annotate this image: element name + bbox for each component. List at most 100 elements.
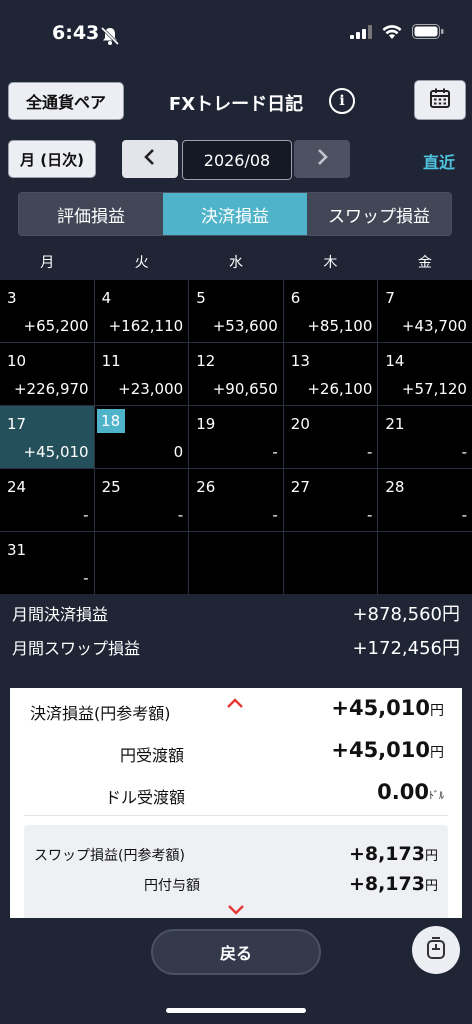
calendar-icon (429, 87, 451, 113)
swap-detail-box: スワップ損益(円参考額) +8,173円 円付与額 +8,173円 (24, 825, 448, 918)
detail-dollar-value: 0.00ﾄﾞﾙ (377, 780, 444, 804)
calendar-day-cell[interactable]: 21 - (378, 406, 472, 468)
calendar-day-cell[interactable]: 20 - (283, 406, 378, 468)
calendar-day-amount: +45,010 (23, 443, 89, 461)
calendar-empty-cell (283, 532, 378, 594)
tab-valuation-pl[interactable]: 評価損益 (19, 193, 163, 235)
calendar-day-amount: - (83, 506, 89, 524)
calendar-day-number: 18 (96, 409, 125, 433)
calendar-day-amount: +162,110 (108, 317, 184, 335)
calendar-day-amount: +26,100 (307, 380, 373, 398)
memo-button[interactable] (412, 926, 460, 974)
calendar-day-number: 11 (101, 352, 121, 370)
calendar-button[interactable] (414, 80, 466, 120)
calendar-day-cell[interactable]: 24 - (0, 469, 94, 531)
calendar-day-amount: +43,700 (401, 317, 467, 335)
swap-yen-row: 円付与額 +8,173円 (24, 869, 448, 899)
memo-icon (424, 935, 448, 965)
calendar-day-cell[interactable]: 26 - (189, 469, 283, 531)
status-time: 6:43 (52, 22, 100, 44)
calendar-day-cell[interactable]: 25 - (94, 469, 189, 531)
calendar-day-amount: - (272, 443, 278, 461)
monthly-swap-value: +172,456円 (352, 638, 460, 659)
calendar-empty-cell (189, 532, 283, 594)
calendar-day-number: 14 (385, 352, 405, 370)
swap-yen-label: 円付与額 (144, 878, 200, 894)
next-month-button[interactable] (294, 140, 350, 178)
chevron-right-icon (315, 148, 329, 170)
calendar-day-amount: +23,000 (118, 380, 184, 398)
calendar-day-cell[interactable]: 11 +23,000 (94, 343, 189, 405)
page-title: FXトレード日記 (168, 94, 304, 115)
calendar-day-cell[interactable]: 4 +162,110 (94, 280, 189, 342)
period-mode-button[interactable]: 月 (日次) (8, 140, 96, 178)
calendar-day-amount: - (177, 506, 184, 524)
prev-month-button[interactable] (122, 140, 178, 178)
calendar-day-amount: - (366, 443, 373, 461)
swap-yen-value: +8,173円 (348, 873, 438, 895)
calendar-day-cell[interactable]: 14 +57,120 (378, 343, 472, 405)
calendar-day-number: 7 (385, 289, 395, 307)
calendar-day-cell[interactable]: 3 +65,200 (0, 280, 94, 342)
month-display[interactable]: 2026/08 (182, 140, 292, 180)
calendar-day-amount: +57,120 (401, 380, 467, 398)
weekday-mon: 月 (40, 255, 55, 271)
detail-settlement-label: 決済損益(円参考額) (30, 704, 171, 723)
calendar-day-amount: - (272, 506, 278, 524)
calendar-day-amount: - (461, 443, 467, 461)
chevron-down-icon[interactable] (227, 901, 245, 918)
battery-icon (412, 24, 444, 43)
swap-pl-value: +8,173円 (348, 843, 438, 865)
cellular-signal-icon (350, 24, 372, 43)
calendar-day-cell[interactable]: 12 +90,650 (189, 343, 283, 405)
tab-settlement-pl[interactable]: 決済損益 (163, 193, 307, 235)
calendar-day-number: 13 (290, 352, 310, 370)
day-detail-card[interactable]: 決済損益(円参考額) +45,010円 円受渡額 +45,010円 ドル受渡額 … (10, 688, 462, 918)
divider (24, 815, 448, 816)
chevron-up-icon[interactable] (226, 694, 244, 713)
weekday-fri: 金 (417, 255, 432, 271)
swap-pl-label: スワップ損益(円参考額) (34, 848, 185, 864)
calendar-empty-cell (378, 532, 472, 594)
calendar-day-number: 20 (290, 415, 310, 433)
tab-swap-pl[interactable]: スワップ損益 (307, 193, 451, 235)
calendar-day-cell[interactable]: 31 - (0, 532, 94, 594)
detail-settlement-value: +45,010円 (331, 696, 444, 720)
calendar-day-number: 27 (290, 478, 310, 496)
calendar-day-cell[interactable]: 5 +53,600 (189, 280, 283, 342)
calendar-day-cell[interactable]: 7 +43,700 (378, 280, 472, 342)
calendar-day-amount: - (366, 506, 373, 524)
calendar-day-amount: +85,100 (307, 317, 373, 335)
monthly-settlement-label: 月間決済損益 (12, 605, 109, 624)
calendar-day-cell[interactable]: 6 +85,100 (283, 280, 378, 342)
calendar-day-cell[interactable]: 17 +45,010 (0, 406, 94, 468)
calendar-day-amount: - (83, 569, 89, 587)
bell-muted-icon (100, 26, 120, 46)
weekday-header: 月 火 水 木 金 (0, 246, 472, 280)
calendar-day-cell[interactable]: 18 0 (94, 406, 189, 468)
calendar-day-number: 26 (196, 478, 216, 496)
calendar-day-cell[interactable]: 27 - (283, 469, 378, 531)
monthly-swap-label: 月間スワップ損益 (12, 639, 141, 658)
calendar-day-number: 25 (101, 478, 121, 496)
recent-link[interactable]: 直近 (423, 149, 455, 173)
info-icon[interactable]: i (329, 88, 355, 114)
detail-yen-row: 円受渡額 +45,010円 (10, 732, 462, 772)
weekday-wed: 水 (229, 255, 244, 271)
calendar-day-number: 4 (101, 289, 112, 307)
back-button[interactable]: 戻る (151, 929, 321, 975)
calendar-day-cell[interactable]: 19 - (189, 406, 283, 468)
calendar-day-cell[interactable]: 10 +226,970 (0, 343, 94, 405)
home-indicator (166, 1008, 306, 1013)
weekday-tue: 火 (134, 255, 149, 271)
weekday-thu: 木 (323, 255, 338, 271)
calendar-day-cell[interactable]: 28 - (378, 469, 472, 531)
calendar-day-cell[interactable]: 13 +26,100 (283, 343, 378, 405)
calendar-grid: 3 +65,200 4 +162,110 5 +53,600 6 +85,100 7 +43,70… (0, 280, 472, 594)
calendar-day-amount: +90,650 (212, 380, 278, 398)
calendar-day-number: 24 (7, 478, 27, 496)
detail-dollar-row: ドル受渡額 0.00ﾄﾞﾙ (10, 774, 462, 814)
calendar-day-amount: - (461, 506, 467, 524)
calendar-day-amount: +65,200 (23, 317, 89, 335)
calendar-day-number: 5 (196, 289, 206, 307)
